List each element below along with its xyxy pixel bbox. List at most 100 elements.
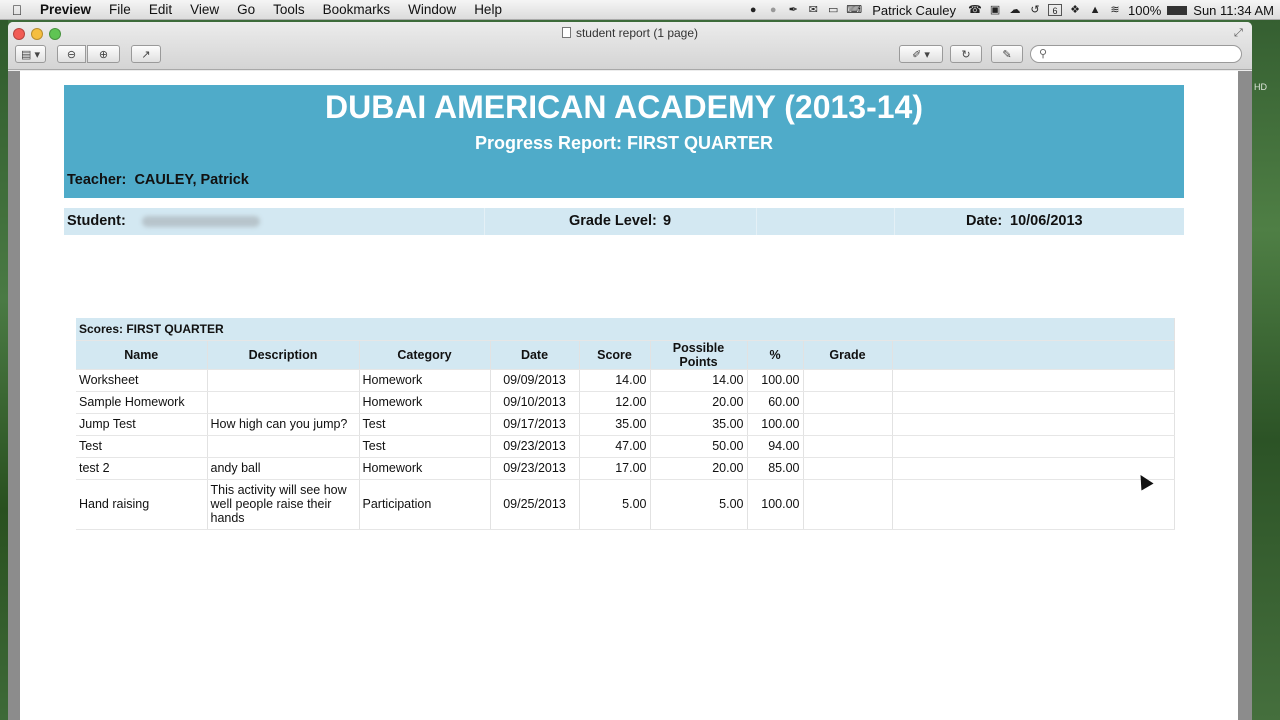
student-info-bar: Student: Grade Level: 9 Date: 10/06/2013 [64,208,1184,235]
report-banner: DUBAI AMERICAN ACADEMY (2013-14) Progres… [64,85,1184,198]
annotate-button[interactable]: ✐ ▾ [899,45,943,63]
cell-score: 17.00 [579,457,651,480]
tools-icon[interactable]: ✒ [786,4,800,16]
timemachine-icon[interactable]: ↺ [1028,4,1042,16]
wifi-icon[interactable]: ≋ [1108,4,1122,16]
sidebar-button[interactable]: ▤ ▾ [15,45,46,63]
record-icon[interactable]: ● [746,4,760,16]
cell-possible: 35.00 [650,413,748,436]
cell-category: Homework [359,369,491,392]
cell-possible: 50.00 [650,435,748,458]
section-title: Scores: FIRST QUARTER [76,318,1175,341]
cell-grade [803,479,893,530]
cell-score: 47.00 [579,435,651,458]
evernote-icon[interactable]: ☎ [968,4,982,16]
airplay-icon[interactable]: ▭ [826,4,840,16]
menu-bookmarks[interactable]: Bookmarks [314,2,400,17]
cell-description [207,435,360,458]
share-icon: ↗ [141,48,151,61]
col-possible-points: Possible Points [650,340,748,370]
cell-description [207,369,360,392]
menu-tools[interactable]: Tools [264,2,314,17]
zoom-out-icon: ⊖ [66,48,77,61]
cell-name: Hand raising [76,479,208,530]
cell-category: Test [359,435,491,458]
rotate-button[interactable]: ↻ [950,45,982,63]
menu-go[interactable]: Go [228,2,264,17]
table-header-row: Name Description Category Date Score Pos… [76,340,1175,370]
scores-table: Scores: FIRST QUARTER Name Description C… [76,318,1175,530]
cell-grade [803,457,893,480]
battery-percent: 100% [1128,2,1162,18]
search-icon: ⚲ [1039,48,1048,60]
fullscreen-icon[interactable]: ⤢ [1234,27,1243,40]
user-name[interactable]: Patrick Cauley [872,3,956,18]
cell-grade [803,369,893,392]
teacher-line: Teacher: CAULEY, Patrick [67,172,249,188]
table-row: Hand raising This activity will see how … [76,479,1175,530]
student-label: Student: [67,213,126,229]
search-input[interactable]: ⚲ [1030,45,1242,63]
calendar-icon[interactable]: 6 [1048,4,1063,16]
divider [894,208,895,235]
menu-app-preview[interactable]: Preview [34,2,100,17]
cloud-icon[interactable]: ☁ [1008,4,1022,16]
table-row: Sample Homework Homework 09/10/2013 12.0… [76,391,1175,414]
col-category: Category [359,340,491,370]
cell-category: Homework [359,457,491,480]
cell-name: Worksheet [76,369,208,392]
table-row: Test Test 09/23/2013 47.00 50.00 94.00 [76,435,1175,458]
cell-blank [892,391,1175,414]
cell-possible: 5.00 [650,479,748,530]
menu-view[interactable]: View [181,2,228,17]
cell-score: 12.00 [579,391,651,414]
keyboard-icon[interactable]: ⌨ [846,4,862,16]
preview-window: student report (1 page) ⤢ ▤ ▾ ⊖ ⊕ ↗ ✐ ▾ … [8,22,1252,720]
cell-name: Sample Homework [76,391,208,414]
edit-toolbar-button[interactable]: ✎ [991,45,1023,63]
zoom-in-icon: ⊕ [98,48,109,61]
col-date: Date [490,340,580,370]
menu-help[interactable]: Help [465,2,511,17]
document-viewer[interactable]: DUBAI AMERICAN ACADEMY (2013-14) Progres… [8,71,1252,720]
menu-file[interactable]: File [100,2,140,17]
cell-description: How high can you jump? [207,413,360,436]
menu-edit[interactable]: Edit [140,2,181,17]
cell-percent: 85.00 [747,457,804,480]
dropbox-icon[interactable]: ❖ [1068,4,1082,16]
notification-icon[interactable]: ● [766,4,780,16]
cell-name: Test [76,435,208,458]
menu-window[interactable]: Window [399,2,465,17]
cell-description: This activity will see how well people r… [207,479,360,530]
teacher-label: Teacher: [67,172,127,188]
cell-possible: 20.00 [650,391,748,414]
cell-score: 5.00 [579,479,651,530]
col-percent: % [747,340,804,370]
apple-icon[interactable]:  [0,2,34,18]
battery-icon[interactable] [1167,5,1188,15]
desktop-background-left [0,20,8,720]
share-button[interactable]: ↗ [131,45,161,63]
cell-date: 09/09/2013 [490,369,580,392]
cell-score: 35.00 [579,413,651,436]
col-description: Description [207,340,360,370]
zoom-out-button[interactable]: ⊖ [57,45,86,63]
cell-description: andy ball [207,457,360,480]
zoom-in-button[interactable]: ⊕ [87,45,120,63]
bell-icon[interactable]: ▲ [1088,4,1102,16]
cell-blank [892,457,1175,480]
cell-grade [803,391,893,414]
table-row: Worksheet Homework 09/09/2013 14.00 14.0… [76,369,1175,392]
cell-grade [803,435,893,458]
clock[interactable]: Sun 11:34 AM [1193,3,1274,18]
cell-name: Jump Test [76,413,208,436]
cell-category: Homework [359,391,491,414]
mail-icon[interactable]: ✉ [806,4,820,16]
col-name: Name [76,340,208,370]
col-grade: Grade [803,340,893,370]
display-icon[interactable]: ▣ [988,4,1002,16]
student-name-redacted [142,216,260,227]
report-title: Progress Report: FIRST QUARTER [474,133,774,153]
cell-blank [892,479,1175,530]
cell-description [207,391,360,414]
